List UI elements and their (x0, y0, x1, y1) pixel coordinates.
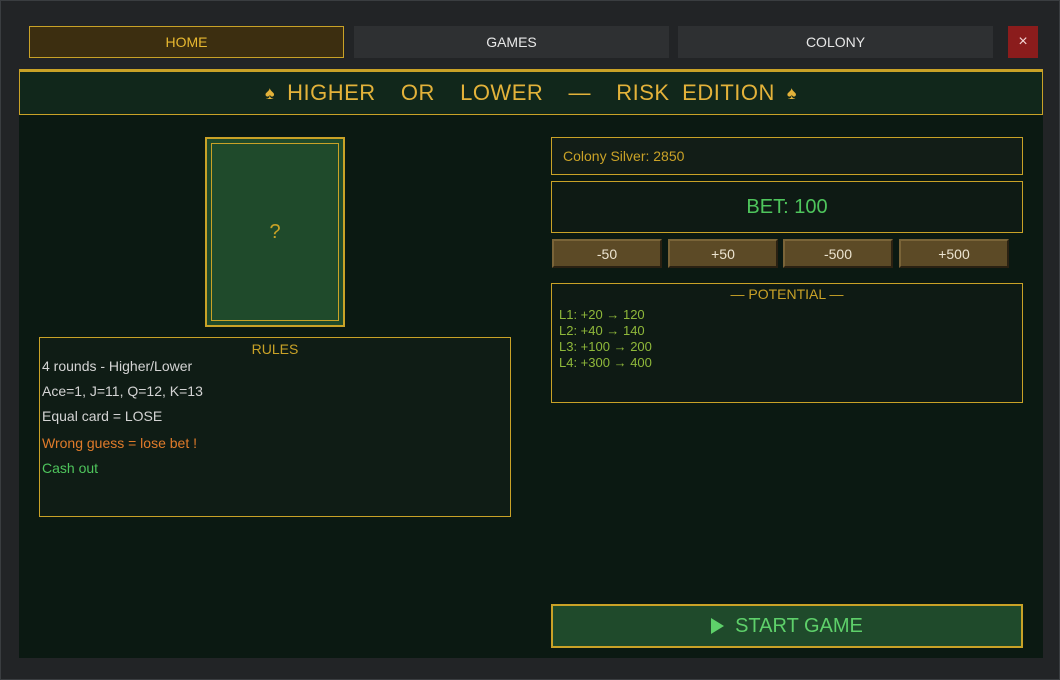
bet-minus-50-button[interactable]: -50 (552, 239, 662, 268)
nav-home-button[interactable]: HOME (29, 26, 344, 58)
bet-minus-500-button[interactable]: -500 (783, 239, 893, 268)
rule-cash-out: Cash out (42, 460, 99, 476)
rules-title: RULES (251, 341, 299, 357)
spade-icon: ♠ (265, 82, 276, 103)
potential-level-1: L1: +20 → 120 (559, 307, 645, 322)
potential-level-3: L3: +100 → 200 (559, 339, 652, 354)
potential-title: — POTENTIAL — (730, 286, 844, 302)
rule-equal-card: Equal card = LOSE (42, 408, 163, 424)
playing-card: ? (205, 137, 345, 327)
spade-icon: ♠ (786, 82, 797, 103)
nav-colony-button[interactable]: COLONY (678, 26, 993, 58)
potential-panel: — POTENTIAL — L1: +20 → 120 L2: +40 → 14… (551, 283, 1023, 403)
rule-rounds: 4 rounds - Higher/Lower (42, 358, 193, 374)
start-game-label: START GAME (735, 614, 863, 637)
potential-level-2: L2: +40 → 140 (559, 323, 645, 338)
bet-label: BET: 100 (746, 195, 828, 218)
bet-plus-500-button[interactable]: +500 (899, 239, 1009, 268)
play-icon (711, 618, 725, 634)
potential-level-4: L4: +300 → 400 (559, 355, 652, 370)
game-title-bar: ♠ HIGHER OR LOWER — RISK EDITION ♠ (19, 69, 1043, 115)
close-icon: × (1018, 33, 1028, 50)
game-title: HIGHER OR LOWER — RISK EDITION (287, 80, 775, 105)
colony-silver-label: Colony Silver: 2850 (563, 148, 685, 164)
rule-card-values: Ace=1, J=11, Q=12, K=13 (42, 383, 203, 399)
bet-display: BET: 100 (551, 181, 1023, 233)
nav-games-button[interactable]: GAMES (354, 26, 669, 58)
close-button[interactable]: × (1008, 26, 1038, 58)
card-face: ? (211, 143, 339, 321)
rules-panel: RULES 4 rounds - Higher/Lower Ace=1, J=1… (39, 337, 511, 517)
game-window: HOME GAMES COLONY × ♠ HIGHER OR LOWER — … (0, 0, 1060, 680)
bet-plus-50-button[interactable]: +50 (668, 239, 778, 268)
colony-silver-display: Colony Silver: 2850 (551, 137, 1023, 175)
start-game-button[interactable]: START GAME (551, 604, 1023, 648)
rule-wrong-guess: Wrong guess = lose bet ! (42, 435, 197, 451)
